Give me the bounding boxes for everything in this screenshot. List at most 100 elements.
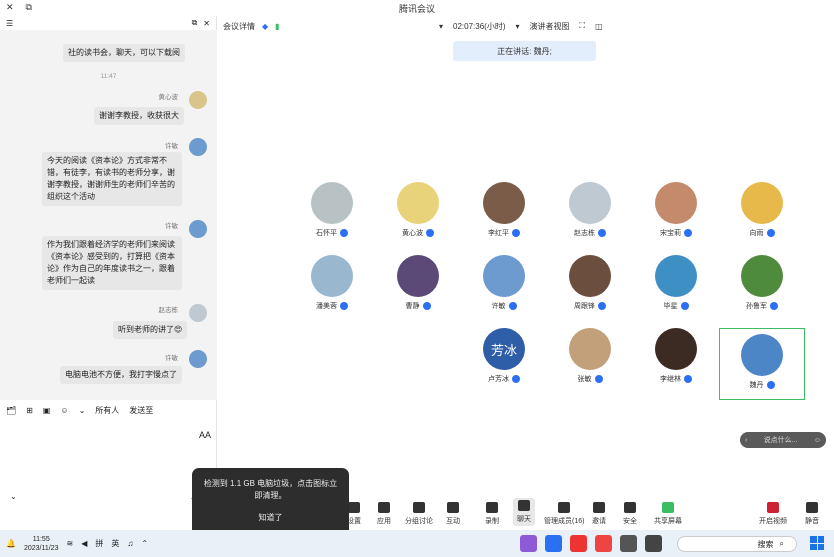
- toast-dismiss-button[interactable]: 知道了: [202, 512, 339, 523]
- apps-button[interactable]: 应用: [377, 502, 391, 526]
- signal-icon: ▮: [275, 21, 280, 31]
- layout-icon[interactable]: ◫: [595, 22, 603, 31]
- close-chat-icon[interactable]: ✕: [203, 19, 210, 28]
- chat-button[interactable]: 聊天: [513, 498, 535, 526]
- avatar: [741, 255, 783, 297]
- members-button[interactable]: 管理成员(16): [544, 502, 584, 526]
- image-icon[interactable]: ▣: [43, 406, 51, 415]
- speaker-view-button[interactable]: 演讲者视图: [530, 21, 570, 32]
- quick-reply-bar[interactable]: ‹ 说点什么... ☺: [740, 432, 826, 448]
- participant-tile[interactable]: 孙鲁军: [719, 255, 805, 325]
- wps-icon[interactable]: [570, 535, 587, 552]
- mic-icon: [766, 229, 775, 237]
- participant-tile[interactable]: 毕星: [633, 255, 719, 325]
- chat-message: 电脑电池不方便，我打字慢点了: [60, 366, 182, 384]
- collapse-icon[interactable]: ‹: [745, 437, 747, 444]
- participant-tile[interactable]: 黄心波: [375, 182, 461, 252]
- send-to-target[interactable]: 所有人: [95, 405, 119, 416]
- avatar: [189, 350, 207, 368]
- mic-icon: [598, 302, 606, 310]
- participant-tile[interactable]: 许敏: [461, 255, 547, 325]
- app-icon[interactable]: [645, 535, 662, 552]
- screenshot-icon[interactable]: ⊞: [26, 406, 33, 415]
- participant-tile[interactable]: 李继林: [633, 328, 719, 398]
- avatar: [569, 182, 611, 224]
- settings-button[interactable]: 设置: [347, 502, 361, 526]
- avatar: [655, 182, 697, 224]
- avatar: [189, 220, 207, 238]
- participant-tile[interactable]: 周跟锋: [547, 255, 633, 325]
- meeting-info-button[interactable]: 会议详情: [223, 21, 255, 32]
- start-icon[interactable]: [810, 536, 824, 550]
- chat-message: 作为我们跟着经济学的老师们来阅读《资本论》感受到的，打算把《资本论》作为自己的年…: [42, 236, 182, 290]
- dropdown-icon[interactable]: ▾: [515, 22, 519, 31]
- wifi-icon[interactable]: ≋: [66, 539, 73, 548]
- participant-name: 李继林: [660, 374, 692, 384]
- emoji-icon[interactable]: ☺: [60, 406, 68, 415]
- mic-button[interactable]: 静音: [805, 502, 819, 526]
- chevron-down-icon[interactable]: ⌄: [79, 406, 86, 415]
- dropdown-icon[interactable]: ▾: [439, 22, 443, 31]
- record-button[interactable]: 录制: [485, 502, 499, 526]
- chat-sender: 黄心波: [158, 94, 179, 101]
- members-icon: [558, 502, 571, 513]
- mic-tray-icon[interactable]: ♫: [127, 539, 133, 548]
- video-button[interactable]: 开启视频: [759, 502, 787, 526]
- fullscreen-icon[interactable]: ⛶: [580, 21, 586, 31]
- toast-text: 检测到 1.1 GB 电脑垃圾，点击图标立即清理。: [203, 479, 338, 500]
- breakout-button[interactable]: 分组讨论: [405, 502, 433, 526]
- participant-name: 毕星: [664, 301, 689, 311]
- security-button[interactable]: 安全: [623, 502, 637, 526]
- avatar: [189, 304, 207, 322]
- clock[interactable]: 11:55 2023/11/23: [24, 535, 59, 553]
- mic-icon: [340, 302, 348, 310]
- avatar: [189, 91, 207, 109]
- ime-mode[interactable]: 拼: [95, 538, 103, 549]
- participant-tile[interactable]: 潘美蓉: [289, 255, 375, 325]
- avatar: [569, 328, 611, 370]
- volume-icon[interactable]: ◀: [81, 539, 87, 548]
- avatar: 芳冰: [483, 328, 525, 370]
- close-icon[interactable]: ✕: [6, 2, 14, 13]
- app-icon[interactable]: [520, 535, 537, 552]
- taskbar-search[interactable]: 搜索 ⌕: [677, 536, 797, 552]
- send-options-icon[interactable]: ⌄: [10, 492, 17, 501]
- meeting-app-icon[interactable]: [545, 535, 562, 552]
- participant-tile[interactable]: 石怀平: [289, 182, 375, 252]
- participant-name: 黄心波: [402, 228, 434, 238]
- chat-sender: 许敏: [165, 355, 178, 362]
- participant-tile[interactable]: 芳冰 卢芳冰: [461, 328, 547, 398]
- participant-name: 潘美蓉: [316, 301, 348, 311]
- avatar: [741, 182, 783, 224]
- participant-tile[interactable]: 曹静: [375, 255, 461, 325]
- invite-icon: [593, 502, 605, 513]
- participant-tile[interactable]: 向雨: [719, 182, 805, 252]
- participant-name: 李红平: [488, 228, 520, 238]
- menu-icon[interactable]: ☰: [6, 19, 13, 28]
- participant-tile[interactable]: 宋宝莉: [633, 182, 719, 252]
- chat-input-value: AA: [198, 430, 211, 440]
- participant-tile[interactable]: 李红平: [461, 182, 547, 252]
- participant-tile[interactable]: 魏丹: [719, 328, 805, 400]
- restore-icon[interactable]: ⧉: [26, 2, 32, 13]
- emoji-icon[interactable]: ☺: [814, 437, 821, 444]
- taskbar: 🔔 11:55 2023/11/23 ≋ ◀ 拼 英 ♫ ⌃ 搜索 ⌕: [0, 530, 834, 557]
- participant-name: 曹静: [406, 301, 431, 311]
- chat-message: 谢谢李教授，收获很大: [94, 107, 184, 125]
- share-button[interactable]: 共享屏幕: [654, 502, 682, 526]
- popout-icon[interactable]: ⧉: [192, 18, 198, 28]
- react-button[interactable]: 互动: [446, 502, 460, 526]
- chat-time: 11:47: [100, 73, 117, 80]
- participant-tile[interactable]: 赵志栋: [547, 182, 633, 252]
- participant-name: 周跟锋: [574, 301, 606, 311]
- notification-icon[interactable]: 🔔: [6, 539, 16, 548]
- chevron-up-icon[interactable]: ⌃: [141, 539, 148, 548]
- ime-lang[interactable]: 英: [111, 538, 119, 549]
- chat-panel: ☰ ⧉ ✕ 社的读书会，聊天，可以下载阅 11:47 黄心波 谢谢李教授，收获很…: [0, 16, 217, 530]
- app-icon[interactable]: [595, 535, 612, 552]
- folder-icon[interactable]: 🗂: [6, 406, 16, 415]
- invite-button[interactable]: 邀请: [592, 502, 606, 526]
- chat-input[interactable]: AA ⌄ 发送: [0, 420, 217, 510]
- participant-tile[interactable]: 张敏: [547, 328, 633, 398]
- app-icon[interactable]: [620, 535, 637, 552]
